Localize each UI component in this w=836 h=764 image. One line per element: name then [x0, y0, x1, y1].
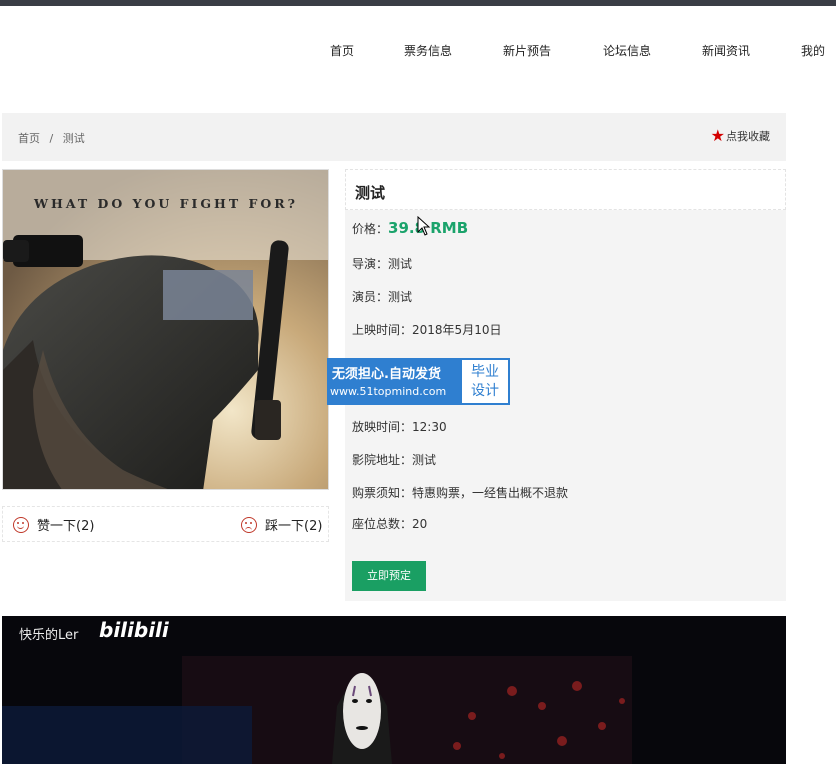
showtime-value: 12:30: [412, 420, 447, 434]
seats-value: 20: [412, 517, 428, 531]
showtime-row: 放映时间：12:30: [352, 418, 447, 435]
favorite-button[interactable]: ★ 点我收藏: [711, 128, 770, 144]
cinema-row: 影院地址：测试: [352, 451, 436, 468]
dislike-count: 踩一下(2): [265, 519, 323, 534]
video-player[interactable]: 快乐的Ler bilibili: [2, 616, 786, 764]
vote-bar: 赞一下(2) 踩一下(2): [2, 506, 329, 542]
favorite-label: 点我收藏: [726, 130, 770, 143]
release-row: 上映时间：2018年5月10日: [352, 321, 501, 338]
watermark-overlay: 无须担心.自动发货 www.51topmind.com 毕业 设计: [327, 358, 510, 405]
director-row: 导演：测试: [352, 255, 412, 272]
price-label: 价格：: [352, 222, 389, 236]
top-bar: [0, 0, 836, 6]
star-icon: ★: [710, 126, 725, 145]
poster-image: WHAT DO YOU FIGHT FOR?: [3, 170, 328, 489]
breadcrumb-home[interactable]: 首页: [18, 132, 40, 145]
like-button[interactable]: 赞一下(2): [13, 515, 94, 534]
bilibili-logo: bilibili: [99, 618, 169, 642]
book-now-button[interactable]: 立即预定: [352, 561, 426, 591]
movie-title: 测试: [355, 184, 386, 202]
release-value: 2018年5月10日: [412, 323, 502, 337]
actor-value: 测试: [388, 290, 413, 304]
price-row: 价格：39.8 RMB: [352, 219, 468, 237]
nav-news[interactable]: 新闻资讯: [702, 42, 750, 59]
watermark-badge: 毕业 设计: [460, 358, 510, 405]
watermark-line1: 无须担心.自动发货: [332, 367, 441, 382]
watermark-line2: www.51topmind.com: [330, 385, 447, 398]
video-channel: 快乐的Ler: [19, 628, 79, 643]
actor-label: 演员：: [352, 290, 389, 304]
nav-tickets[interactable]: 票务信息: [404, 42, 452, 59]
release-label: 上映时间：: [352, 323, 413, 337]
notice-label: 购票须知：: [352, 486, 413, 500]
smile-icon: [13, 516, 29, 533]
seats-label: 座位总数：: [352, 517, 413, 531]
director-value: 测试: [388, 257, 413, 271]
cinema-value: 测试: [412, 453, 437, 467]
showtime-label: 放映时间：: [352, 420, 413, 434]
cinema-label: 影院地址：: [352, 453, 413, 467]
breadcrumb: 首页 / 测试 ★ 点我收藏: [2, 113, 786, 161]
nav-trailers[interactable]: 新片预告: [503, 42, 551, 59]
director-label: 导演：: [352, 257, 389, 271]
main-nav: 首页 票务信息 新片预告 论坛信息 新闻资讯 我的: [0, 42, 836, 62]
dislike-button[interactable]: 踩一下(2): [241, 515, 322, 534]
nav-home[interactable]: 首页: [330, 42, 354, 59]
frown-icon: [241, 516, 257, 533]
seats-row: 座位总数：20: [352, 515, 427, 532]
breadcrumb-separator: /: [49, 132, 54, 145]
notice-value: 特惠购票，一经售出概不退款: [412, 486, 569, 500]
movie-title-row: 测试: [345, 169, 786, 210]
watermark-badge-top: 毕业: [471, 364, 499, 380]
actor-row: 演员：测试: [352, 288, 412, 305]
watermark-badge-bottom: 设计: [471, 383, 499, 399]
movie-poster: WHAT DO YOU FIGHT FOR?: [2, 169, 329, 490]
nav-mine[interactable]: 我的: [801, 42, 825, 59]
breadcrumb-current: 测试: [62, 132, 85, 145]
mouse-cursor-icon: [417, 216, 431, 236]
notice-row: 购票须知：特惠购票，一经售出概不退款: [352, 484, 568, 501]
poster-tagline: WHAT DO YOU FIGHT FOR?: [33, 196, 298, 211]
nav-forum[interactable]: 论坛信息: [603, 42, 651, 59]
like-count: 赞一下(2): [37, 519, 95, 534]
